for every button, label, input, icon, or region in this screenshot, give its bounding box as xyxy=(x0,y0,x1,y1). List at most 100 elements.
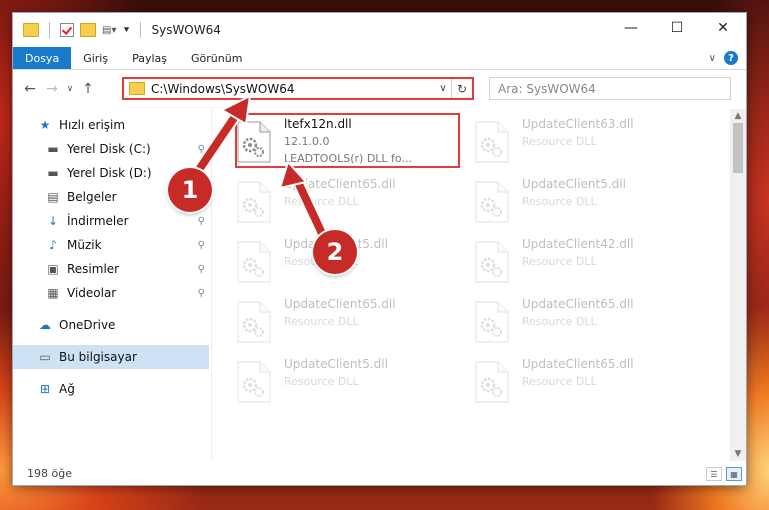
folder-icon xyxy=(23,23,39,37)
pin-icon[interactable]: ⚲ xyxy=(198,264,205,275)
sidebar-item-label: Resimler xyxy=(67,262,120,276)
help-icon[interactable]: ? xyxy=(724,51,738,65)
pin-icon[interactable]: ⚲ xyxy=(198,216,205,227)
pin-icon[interactable]: ⚲ xyxy=(198,288,205,299)
file-detail: Resource DLL xyxy=(522,315,597,328)
file-name: UpdateClient65.dll xyxy=(522,297,634,311)
close-button[interactable]: ✕ xyxy=(700,13,746,43)
pictures-icon: ▣ xyxy=(47,262,59,276)
cloud-icon: ☁ xyxy=(39,318,51,332)
file-tile[interactable]: UpdateClient5.dll Resource DLL xyxy=(234,355,464,411)
file-tile[interactable]: UpdateClient63.dll Resource DLL xyxy=(472,115,702,171)
tab-home[interactable]: Giriş xyxy=(71,47,120,69)
expand-ribbon-icon[interactable]: ∨ xyxy=(709,53,716,64)
back-button[interactable]: ← xyxy=(19,81,41,97)
dll-file-icon xyxy=(236,361,272,403)
address-dropdown-icon[interactable]: ∨ xyxy=(435,83,451,94)
dll-file-icon xyxy=(474,241,510,283)
divider xyxy=(49,22,50,38)
sidebar-item-label: Yerel Disk (C:) xyxy=(67,142,151,156)
recent-locations-button[interactable]: ∨ xyxy=(63,84,77,94)
scroll-thumb[interactable] xyxy=(733,123,743,173)
file-name: UpdateClient65.dll xyxy=(284,297,396,311)
pin-icon[interactable]: ⚲ xyxy=(198,144,205,155)
vertical-scrollbar[interactable]: ▲ ▼ xyxy=(730,109,746,461)
sidebar-item-1[interactable]: ▬ Yerel Disk (C:) ⚲ xyxy=(13,137,209,161)
dll-file-icon xyxy=(236,181,272,223)
file-name: UpdateClient65.dll xyxy=(284,177,396,191)
dll-file-icon xyxy=(474,301,510,343)
sidebar-item-label: Belgeler xyxy=(67,190,117,204)
forward-button[interactable]: → xyxy=(41,81,63,97)
folder-icon xyxy=(129,82,145,95)
sidebar-item-8[interactable]: ☁ OneDrive xyxy=(13,313,209,337)
callout-1: 1 xyxy=(168,168,212,212)
pin-icon[interactable]: ⚲ xyxy=(198,240,205,251)
maximize-button[interactable]: ☐ xyxy=(654,13,700,43)
dll-file-icon xyxy=(474,121,510,163)
sidebar-item-0[interactable]: ★ Hızlı erişim xyxy=(13,113,209,137)
file-detail: Resource DLL xyxy=(522,135,597,148)
sidebar-item-4[interactable]: ↓ İndirmeler ⚲ xyxy=(13,209,209,233)
search-input[interactable]: Ara: SysWOW64 xyxy=(489,77,731,100)
sidebar-item-label: Ağ xyxy=(59,382,75,396)
ribbon-tabs: Dosya Giriş Paylaş Görünüm ∨ ? xyxy=(13,47,746,70)
sidebar-item-5[interactable]: ♪ Müzik ⚲ xyxy=(13,233,209,257)
refresh-button[interactable]: ↻ xyxy=(451,79,472,98)
tab-view[interactable]: Görünüm xyxy=(179,47,254,69)
dll-file-icon xyxy=(474,361,510,403)
address-path[interactable]: C:\Windows\SysWOW64 xyxy=(151,82,435,96)
address-bar[interactable]: C:\Windows\SysWOW64 ∨ ↻ xyxy=(122,77,474,100)
up-button[interactable]: ↑ xyxy=(77,81,99,97)
file-detail: Resource DLL xyxy=(522,195,597,208)
file-tile[interactable]: UpdateClient42.dll Resource DLL xyxy=(472,235,702,291)
title-bar: ▤▾ ⯆ SysWOW64 — ☐ ✕ xyxy=(13,13,746,47)
sidebar-item-label: Hızlı erişim xyxy=(59,118,126,132)
callout-2: 2 xyxy=(313,230,357,274)
download-icon: ↓ xyxy=(47,214,59,228)
file-detail: Resource DLL xyxy=(284,315,359,328)
file-tile[interactable]: UpdateClient65.dll Resource DLL xyxy=(234,175,464,231)
file-name: UpdateClient5.dll xyxy=(284,357,388,371)
video-icon: ▦ xyxy=(47,286,59,300)
sidebar-item-label: Yerel Disk (D:) xyxy=(67,166,152,180)
tiles-view-icon[interactable]: ▦ xyxy=(726,467,742,481)
file-name: UpdateClient5.dll xyxy=(522,177,626,191)
highlight-box xyxy=(235,113,460,168)
sidebar-item-10[interactable]: ⊞ Ağ xyxy=(13,377,209,401)
quick-access-toolbar: ▤▾ ⯆ SysWOW64 xyxy=(13,22,221,38)
minimize-button[interactable]: — xyxy=(608,13,654,43)
sidebar-item-6[interactable]: ▣ Resimler ⚲ xyxy=(13,257,209,281)
new-folder-icon[interactable] xyxy=(80,23,96,37)
file-tile[interactable]: UpdateClient65.dll Resource DLL xyxy=(234,295,464,351)
details-view-icon[interactable]: ☰ xyxy=(706,467,722,481)
dll-file-icon xyxy=(474,181,510,223)
caption-buttons: — ☐ ✕ xyxy=(608,13,746,43)
sidebar-item-9[interactable]: ▭ Bu bilgisayar xyxy=(13,345,209,369)
properties-icon[interactable] xyxy=(60,23,74,37)
file-tile[interactable]: UpdateClient5.dll Resource DLL xyxy=(472,175,702,231)
sidebar-item-label: Bu bilgisayar xyxy=(59,350,137,364)
file-detail: Resource DLL xyxy=(284,375,359,388)
tab-share[interactable]: Paylaş xyxy=(120,47,179,69)
scroll-up-icon[interactable]: ▲ xyxy=(730,111,746,121)
sidebar-item-label: İndirmeler xyxy=(67,214,129,228)
sidebar-item-label: Müzik xyxy=(67,238,102,252)
file-tile[interactable]: UpdateClient65.dll Resource DLL xyxy=(472,295,702,351)
file-detail: Resource DLL xyxy=(522,255,597,268)
customize-toolbar-icon[interactable]: ▤▾ xyxy=(102,25,116,36)
view-toggle: ☰ ▦ xyxy=(706,467,742,481)
file-name: UpdateClient65.dll xyxy=(522,357,634,371)
scroll-down-icon[interactable]: ▼ xyxy=(730,449,746,459)
file-tile[interactable]: UpdateClient65.dll Resource DLL xyxy=(472,355,702,411)
status-bar: 198 öğe xyxy=(13,461,746,485)
sidebar-item-label: Videolar xyxy=(67,286,117,300)
toolbar-dropdown-icon[interactable]: ⯆ xyxy=(122,25,130,36)
navigation-pane: ★ Hızlı erişim ▬ Yerel Disk (C:) ⚲ ▬ Yerel Dis… xyxy=(13,109,212,461)
network-icon: ⊞ xyxy=(39,382,51,396)
sidebar-item-7[interactable]: ▦ Videolar ⚲ xyxy=(13,281,209,305)
dll-file-icon xyxy=(236,241,272,283)
computer-icon: ▭ xyxy=(39,350,51,364)
tab-file[interactable]: Dosya xyxy=(13,47,72,69)
file-detail: Resource DLL xyxy=(522,375,597,388)
